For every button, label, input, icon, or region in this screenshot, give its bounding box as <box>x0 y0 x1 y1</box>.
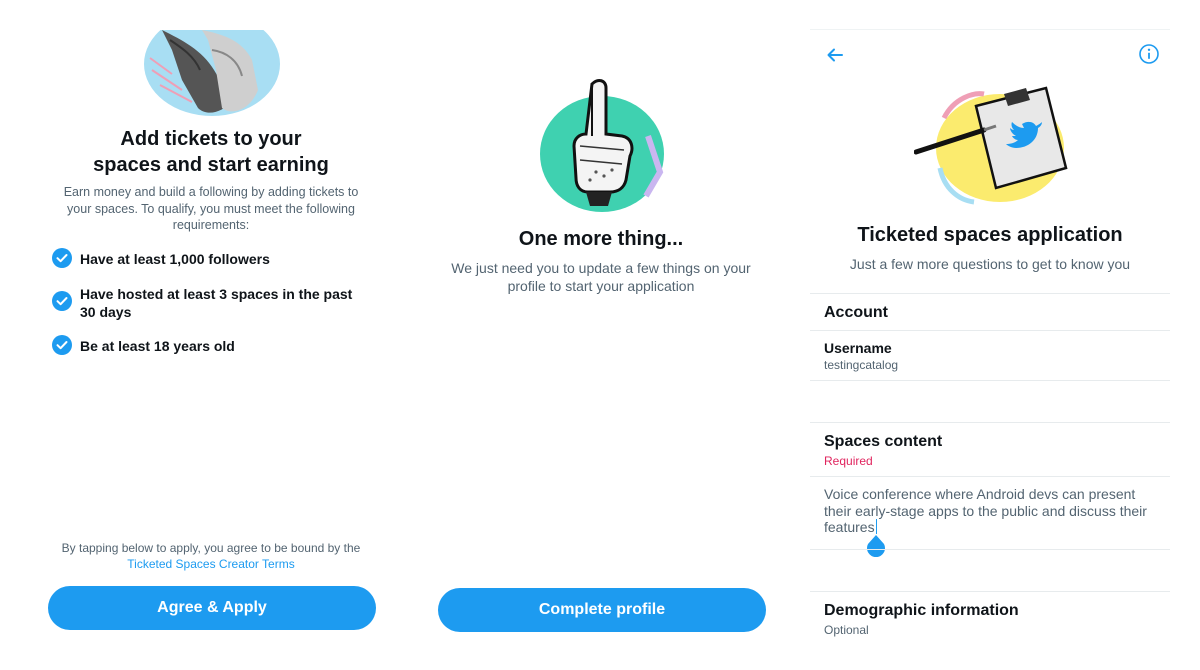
application-form-screen: Ticketed spaces application Just a few m… <box>810 0 1170 670</box>
requirement-text: Be at least 18 years old <box>80 338 235 354</box>
info-icon[interactable] <box>1138 43 1160 65</box>
complete-profile-button[interactable]: Complete profile <box>438 588 766 632</box>
optional-label: Optional <box>824 623 869 637</box>
divider <box>810 591 1170 592</box>
check-circle-icon <box>52 335 72 355</box>
page-title: One more thing... <box>518 228 684 250</box>
title-line-2: spaces and start earning <box>93 154 329 176</box>
check-circle-icon <box>52 291 72 311</box>
required-label: Required <box>824 454 873 468</box>
requirement-followers: Have at least 1,000 followers <box>52 248 382 268</box>
divider <box>810 549 1170 550</box>
divider <box>810 476 1170 477</box>
requirement-hosted-spaces: Have hosted at least 3 spaces in the pas… <box>52 285 382 321</box>
divider <box>810 293 1170 294</box>
spaces-content-input[interactable]: Voice conference where Android devs can … <box>824 486 1160 536</box>
clipboard-illustration <box>913 78 1074 208</box>
complete-profile-screen: One more thing... We just need you to up… <box>420 0 782 670</box>
status-area <box>810 0 1170 30</box>
requirement-age: Be at least 18 years old <box>52 335 382 355</box>
spaces-content-value: Voice conference where Android devs can … <box>824 486 1147 535</box>
page-title: Ticketed spaces application <box>857 224 1123 246</box>
terms-notice: By tapping below to apply, you agree to … <box>40 540 382 572</box>
demographic-heading: Demographic information <box>824 602 1019 619</box>
terms-text: By tapping below to apply, you agree to … <box>61 541 361 555</box>
cursor-handle-icon[interactable] <box>866 535 886 557</box>
username-label: Username <box>824 340 892 356</box>
divider <box>810 330 1170 331</box>
ticketed-spaces-intro-screen: Add tickets to your spaces and start ear… <box>20 0 402 670</box>
intro-description: Earn money and build a following by addi… <box>63 185 359 232</box>
hands-illustration <box>142 30 282 116</box>
page-subtitle: Just a few more questions to get to know… <box>849 256 1131 272</box>
requirement-text: Have hosted at least 3 spaces in the pas… <box>80 286 353 320</box>
check-circle-icon <box>52 248 72 268</box>
text-cursor <box>875 519 878 534</box>
profile-description: We just need you to update a few things … <box>451 260 751 294</box>
arrow-left-icon[interactable] <box>824 44 846 66</box>
divider <box>810 380 1170 381</box>
requirement-text: Have at least 1,000 followers <box>80 251 270 267</box>
divider <box>810 422 1170 423</box>
title-line-1: Add tickets to your <box>120 128 302 150</box>
spaces-content-heading: Spaces content <box>824 433 943 450</box>
creator-terms-link[interactable]: Ticketed Spaces Creator Terms <box>40 556 382 572</box>
account-section-heading: Account <box>824 304 888 321</box>
username-value: testingcatalog <box>824 358 899 372</box>
page-title: Add tickets to your spaces and start ear… <box>20 126 402 178</box>
foam-finger-illustration <box>536 76 666 216</box>
agree-apply-button[interactable]: Agree & Apply <box>48 586 376 630</box>
